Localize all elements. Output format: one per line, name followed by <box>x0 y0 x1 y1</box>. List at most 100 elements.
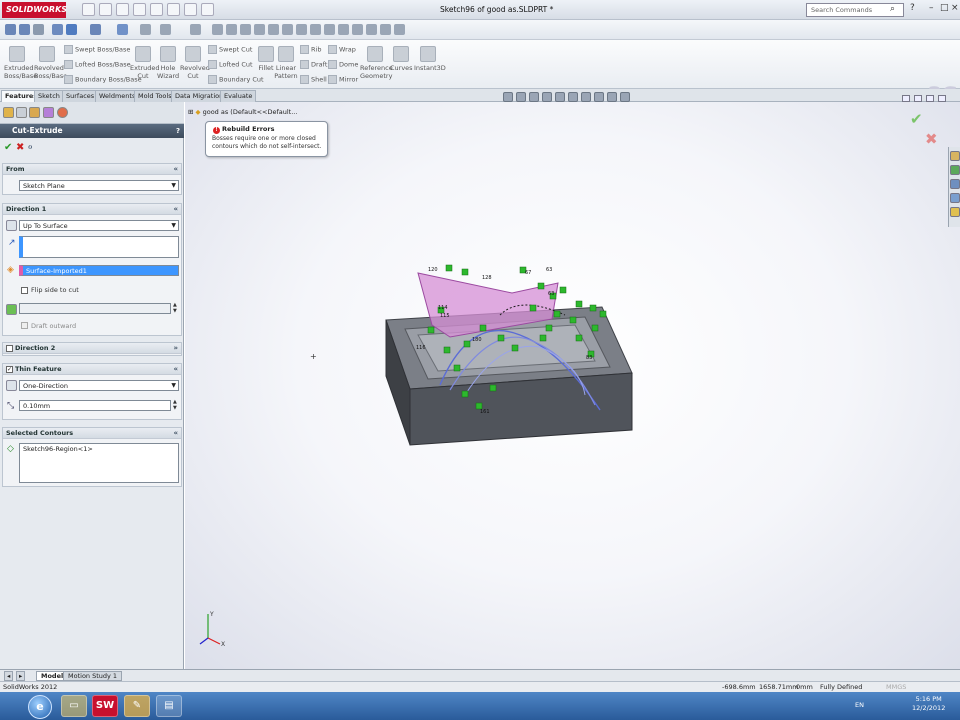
edit-appearance-icon[interactable] <box>594 92 604 102</box>
thin-feature-checkbox[interactable]: ✓ <box>6 366 13 373</box>
sketch-tool-11-icon[interactable] <box>352 24 363 35</box>
expand-icon[interactable]: ⊞ <box>188 108 196 116</box>
display-style-icon[interactable] <box>140 24 151 35</box>
collapse-icon[interactable]: « <box>173 364 178 375</box>
hide-show-icon[interactable] <box>160 24 171 35</box>
restore-button[interactable]: □ <box>940 3 949 13</box>
sketch-tool-5-icon[interactable] <box>268 24 279 35</box>
tab-weldments[interactable]: Weldments <box>95 90 140 102</box>
flyout-feature-tree[interactable]: ⊞ ◆ good as (Default<<Default... <box>188 108 297 116</box>
undo-icon[interactable] <box>150 3 163 16</box>
units-indicator[interactable]: MMGS <box>886 682 906 692</box>
hole-wizard-button[interactable]: Hole Wizard <box>157 46 179 80</box>
sketch-tool-14-icon[interactable] <box>394 24 405 35</box>
selected-contours-header[interactable]: Selected Contours « <box>3 428 181 439</box>
apply-scene-icon[interactable] <box>607 92 617 102</box>
paint-icon[interactable]: ✎ <box>124 695 150 717</box>
wrap-button[interactable]: Wrap <box>328 45 356 54</box>
solidworks-logo[interactable]: SOLIDWORKS <box>2 2 67 18</box>
grid-icon[interactable] <box>190 24 201 35</box>
start-button[interactable]: e <box>28 695 52 719</box>
system-clock[interactable]: 5:16 PM 12/2/2012 <box>912 695 945 713</box>
revolved-boss-button[interactable]: Revolved Boss/Base <box>34 46 67 80</box>
select-icon[interactable] <box>167 3 180 16</box>
fillet-button[interactable]: Fillet <box>258 46 274 72</box>
sketch-tool-12-icon[interactable] <box>366 24 377 35</box>
doc-minimize-button[interactable] <box>926 95 934 102</box>
tab-surfaces[interactable]: Surfaces <box>62 90 99 102</box>
feature-manager-icon[interactable] <box>3 107 14 118</box>
options-icon[interactable] <box>201 3 214 16</box>
sketch-tool-1-icon[interactable] <box>212 24 223 35</box>
direction-face-list[interactable] <box>19 236 179 258</box>
tree-root-label[interactable]: good as (Default<<Default... <box>203 108 298 116</box>
mirror-button[interactable]: Mirror <box>328 75 358 84</box>
appearances-icon[interactable] <box>950 207 960 217</box>
sketch-tool-13-icon[interactable] <box>380 24 391 35</box>
help-icon[interactable]: ? <box>910 3 915 13</box>
direction2-checkbox[interactable] <box>6 345 13 352</box>
open-icon[interactable] <box>99 3 112 16</box>
thickness-input[interactable]: 0.10mm <box>19 400 171 411</box>
design-library-icon[interactable] <box>950 165 960 175</box>
expand-icon[interactable]: » <box>173 343 178 354</box>
previous-view-icon[interactable] <box>33 24 44 35</box>
tab-evaluate[interactable]: Evaluate <box>220 90 257 102</box>
sketch-tool-7-icon[interactable] <box>296 24 307 35</box>
hide-show-items-icon[interactable] <box>581 92 591 102</box>
contours-list[interactable]: Sketch96-Region<1> <box>19 443 179 483</box>
display-manager-icon[interactable] <box>57 107 68 118</box>
tab-mold-tools[interactable]: Mold Tools <box>134 90 176 102</box>
extruded-cut-button[interactable]: Extruded Cut <box>130 46 160 80</box>
contour-item[interactable]: Sketch96-Region<1> <box>23 445 93 453</box>
zoom-to-fit-icon[interactable] <box>503 92 513 102</box>
lofted-cut-button[interactable]: Lofted Cut <box>208 60 253 69</box>
rebuild-icon[interactable] <box>184 3 197 16</box>
sketch-tool-8-icon[interactable] <box>310 24 321 35</box>
swept-boss-button[interactable]: Swept Boss/Base <box>64 45 130 54</box>
extruded-boss-button[interactable]: Extruded Boss/Base <box>4 46 37 80</box>
instant3d-button[interactable]: Instant3D <box>414 46 446 72</box>
end-condition-select[interactable]: Up To Surface ▼ <box>19 220 179 231</box>
reference-geometry-button[interactable]: Reference Geometry <box>360 46 393 80</box>
confirmation-ok-icon[interactable]: ✔ <box>910 110 923 128</box>
direction2-header[interactable]: Direction 2 » <box>3 343 181 354</box>
rotate-icon[interactable] <box>66 24 77 35</box>
notepad-icon[interactable]: ▤ <box>156 695 182 717</box>
property-manager-icon[interactable] <box>16 107 27 118</box>
previous-view-icon[interactable] <box>529 92 539 102</box>
curves-button[interactable]: Curves <box>390 46 413 72</box>
section-view-icon[interactable] <box>90 24 101 35</box>
language-indicator[interactable]: EN <box>855 701 864 709</box>
swept-cut-button[interactable]: Swept Cut <box>208 45 252 54</box>
draft-outward-checkbox[interactable] <box>21 322 28 329</box>
ok-button[interactable]: ✔ <box>4 142 12 153</box>
thin-type-select[interactable]: One-Direction ▼ <box>19 380 179 391</box>
confirmation-cancel-icon[interactable]: ✖ <box>925 130 938 148</box>
view-orientation-icon[interactable] <box>555 92 565 102</box>
part-model[interactable]: 120 128 67 63 63 114 115 116 180 161 83 <box>380 255 640 450</box>
collapse-icon[interactable]: « <box>173 428 178 439</box>
configuration-manager-icon[interactable] <box>29 107 40 118</box>
collapse-icon[interactable]: « <box>173 164 178 175</box>
reverse-direction-icon[interactable] <box>6 220 17 231</box>
sw-resources-icon[interactable] <box>950 151 960 161</box>
surface-selection-field[interactable]: Surface-Imported1 <box>19 265 179 276</box>
new-icon[interactable] <box>82 3 95 16</box>
close-button[interactable]: × <box>951 3 959 13</box>
tab-motion-study[interactable]: Motion Study 1 <box>63 671 123 681</box>
draft-button[interactable]: Draft <box>300 60 327 69</box>
boundary-cut-button[interactable]: Boundary Cut <box>208 75 264 84</box>
solidworks-taskbar-icon[interactable]: SW <box>92 695 118 717</box>
cancel-button[interactable]: ✖ <box>16 142 24 153</box>
sketch-tool-2-icon[interactable] <box>226 24 237 35</box>
sketch-tool-10-icon[interactable] <box>338 24 349 35</box>
shell-button[interactable]: Shell <box>300 75 327 84</box>
doc-tile-button[interactable] <box>914 95 922 102</box>
tab-sketch[interactable]: Sketch <box>34 90 64 102</box>
linear-pattern-button[interactable]: Linear Pattern <box>274 46 298 80</box>
view-palette-icon[interactable] <box>950 193 960 203</box>
dimxpert-icon[interactable] <box>43 107 54 118</box>
zoom-to-area-icon[interactable] <box>516 92 526 102</box>
file-explorer-icon[interactable] <box>950 179 960 189</box>
